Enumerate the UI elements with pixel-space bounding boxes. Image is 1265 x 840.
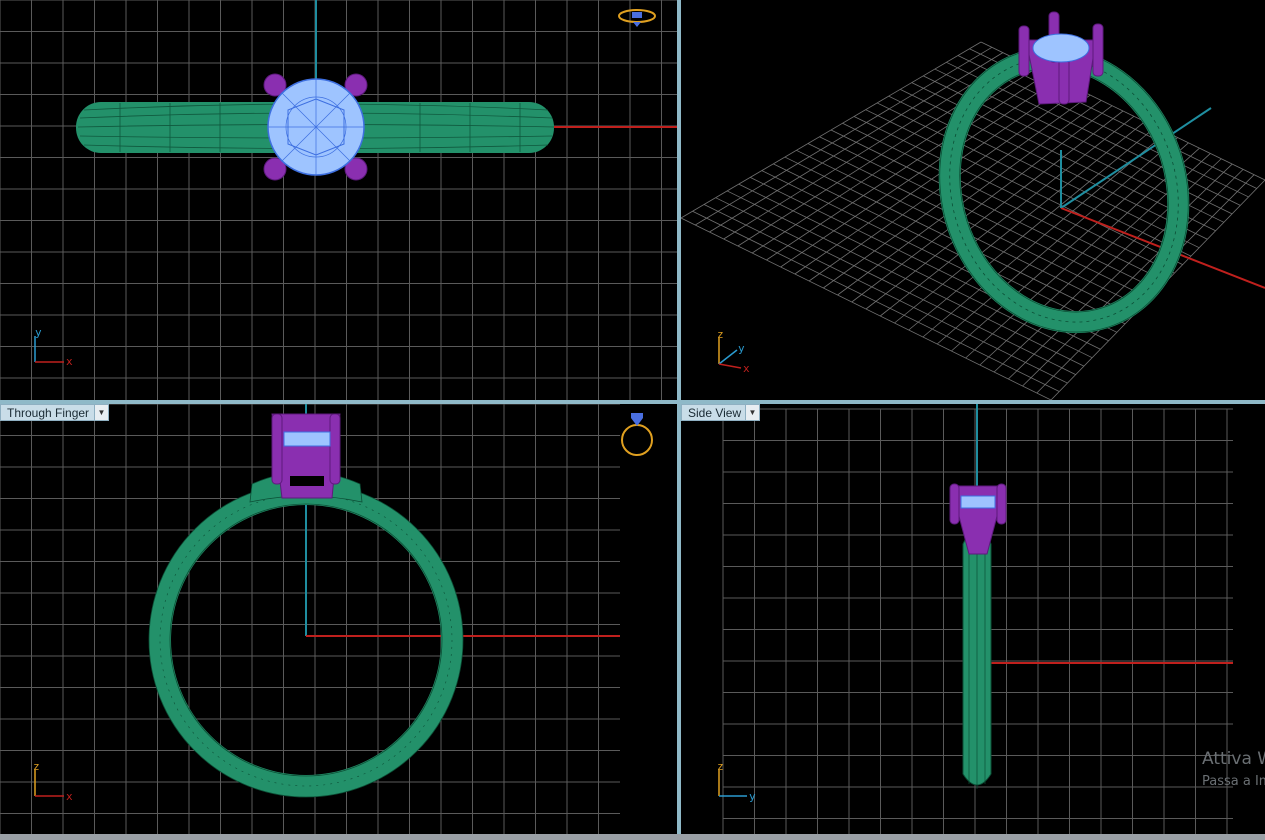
setting-side <box>949 483 1007 555</box>
side-canvas[interactable]: z y <box>681 404 1265 834</box>
ring-widget-icon <box>621 413 653 456</box>
setting-perspective <box>1018 11 1104 105</box>
axis-gizmo-icon <box>34 336 64 363</box>
ring-widget-icon <box>618 9 656 27</box>
axis-label-x: x <box>743 362 750 375</box>
bottom-status-strip <box>0 834 1265 840</box>
side-viewport[interactable]: z y Side View ▼ Attiva W Passa a Im <box>681 404 1265 834</box>
activation-watermark-subtitle: Passa a Im <box>1202 774 1265 789</box>
through-finger-viewport[interactable]: z x Through Finger ▼ <box>0 404 677 834</box>
grid-line <box>876 102 1192 257</box>
axis-label-h: y <box>749 790 756 803</box>
viewport-label-text: Through Finger <box>7 405 90 420</box>
top-viewport[interactable]: y x <box>0 0 677 400</box>
vertical-splitter[interactable] <box>677 0 681 834</box>
grid-line <box>842 122 1167 282</box>
axis-label-v: z <box>717 760 724 773</box>
setting-front <box>271 413 341 499</box>
perspective-viewport[interactable]: z y x <box>681 0 1265 400</box>
axis-label-h: x <box>66 790 73 803</box>
viewport-label-text: Side View <box>688 405 742 420</box>
activation-watermark-title: Attiva W <box>1202 749 1265 769</box>
through-finger-canvas[interactable]: z x <box>0 404 677 834</box>
viewport-label-through-finger[interactable]: Through Finger ▼ <box>0 404 109 421</box>
axis-label-up: z <box>717 328 724 341</box>
top-view-canvas[interactable]: y x <box>0 0 677 400</box>
axis-label-y: y <box>738 342 745 355</box>
top-view-grid <box>0 0 677 400</box>
grid-line <box>853 116 1175 274</box>
gem-top <box>267 78 365 176</box>
viewport-label-side[interactable]: Side View ▼ <box>681 404 760 421</box>
axis-gizmo-icon <box>34 770 64 797</box>
dropdown-arrow-icon[interactable]: ▼ <box>94 405 108 420</box>
ring-band-side <box>962 524 992 789</box>
axis-label-h: x <box>66 355 73 368</box>
axis-label-v: z <box>33 760 40 773</box>
grid-line <box>865 109 1183 265</box>
horizontal-splitter[interactable] <box>0 400 1265 404</box>
axis-label-v: y <box>35 326 42 339</box>
dropdown-arrow-icon[interactable]: ▼ <box>745 405 759 420</box>
perspective-canvas[interactable]: z y x <box>681 0 1265 400</box>
